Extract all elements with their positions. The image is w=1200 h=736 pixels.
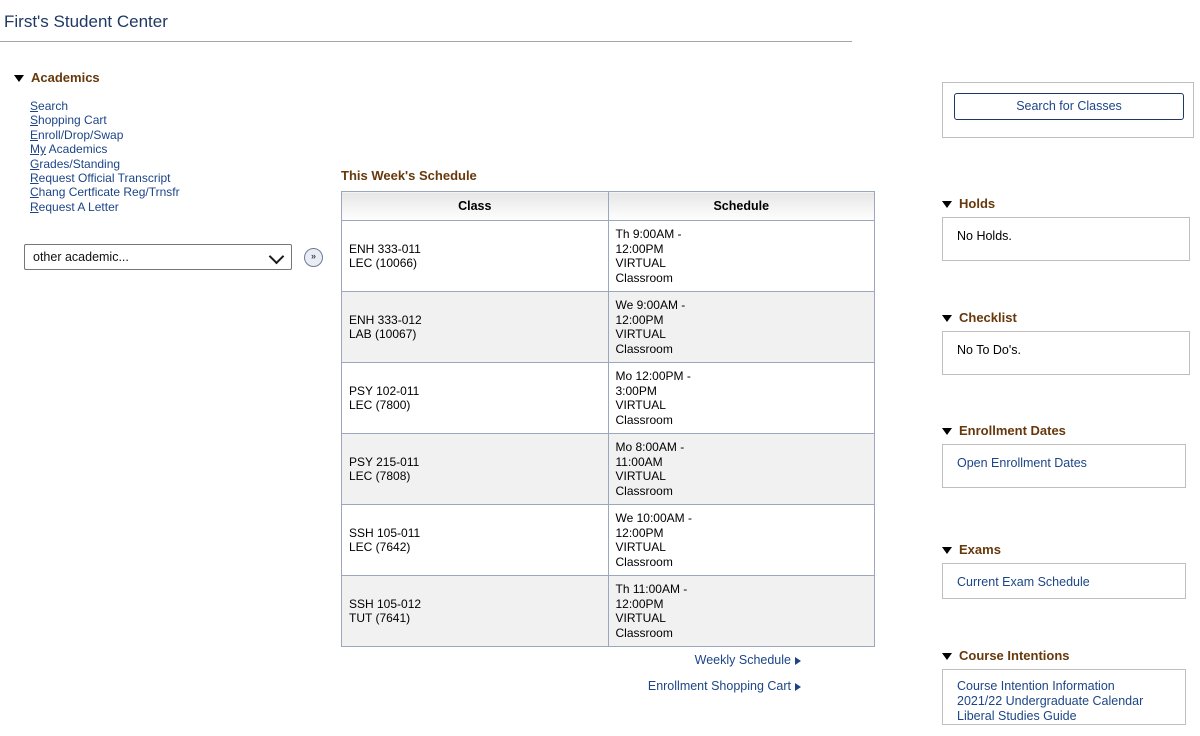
holds-status-text: No Holds.: [957, 229, 1012, 243]
current-exam-schedule-link[interactable]: Current Exam Schedule: [957, 575, 1171, 590]
sidebar-link-shopping-cart[interactable]: Shopping Cart: [30, 113, 330, 127]
course-intentions-heading-label: Course Intentions: [959, 648, 1070, 663]
checklist-section: Checklist No To Do's.: [942, 310, 1190, 375]
search-for-classes-button[interactable]: Search for Classes: [954, 93, 1184, 120]
collapse-triangle-icon[interactable]: [942, 428, 952, 435]
enrollment-dates-section-header[interactable]: Enrollment Dates: [942, 423, 1186, 438]
page-title: First's Student Center: [4, 12, 168, 31]
table-row: PSY 102-011 LEC (7800) Mo 12:00PM - 3:00…: [341, 362, 875, 434]
other-academic-selected-value: other academic...: [33, 250, 129, 265]
sidebar-link-change-certificate-reg-transfer[interactable]: Chang Certficate Reg/Trnsfr: [30, 185, 330, 199]
sidebar-link-my-academics[interactable]: My Academics: [30, 142, 330, 156]
column-header-schedule: Schedule: [607, 191, 875, 221]
right-sidebar: Search for Classes Holds No Holds. Check…: [942, 82, 1194, 725]
exams-box: Current Exam Schedule: [942, 563, 1186, 599]
column-header-class: Class: [341, 191, 609, 221]
academics-heading-label: Academics: [31, 70, 100, 85]
collapse-triangle-icon[interactable]: [942, 315, 952, 322]
sidebar-link-request-official-transcript[interactable]: Request Official Transcript: [30, 171, 330, 185]
holds-heading-label: Holds: [959, 196, 996, 211]
checklist-status-text: No To Do's.: [957, 343, 1021, 357]
search-classes-panel: Search for Classes: [942, 82, 1194, 138]
cell-class: SSH 105-011 LEC (7642): [341, 504, 609, 576]
course-intentions-box: Course Intention Information 2021/22 Und…: [942, 669, 1186, 725]
course-intention-information-link[interactable]: Course Intention Information: [957, 679, 1171, 694]
cell-class: PSY 215-011 LEC (7808): [341, 433, 609, 505]
collapse-triangle-icon[interactable]: [942, 653, 952, 660]
table-row: ENH 333-011 LEC (10066) Th 9:00AM - 12:0…: [341, 220, 875, 292]
table-row: PSY 215-011 LEC (7808) Mo 8:00AM - 11:00…: [341, 433, 875, 505]
cell-schedule: Th 11:00AM - 12:00PM VIRTUAL Classroom: [607, 575, 875, 647]
liberal-studies-guide-link[interactable]: Liberal Studies Guide: [957, 709, 1171, 724]
enrollment-dates-heading-label: Enrollment Dates: [959, 423, 1066, 438]
checklist-heading-label: Checklist: [959, 310, 1017, 325]
sidebar-link-request-a-letter[interactable]: Request A Letter: [30, 200, 330, 214]
cell-class: PSY 102-011 LEC (7800): [341, 362, 609, 434]
other-academic-select[interactable]: other academic...: [24, 244, 292, 271]
chevron-down-icon: [268, 248, 285, 265]
open-enrollment-dates-link[interactable]: Open Enrollment Dates: [957, 456, 1171, 471]
academics-section-header[interactable]: Academics: [14, 70, 330, 85]
holds-box: No Holds.: [942, 217, 1190, 261]
schedule-footer-links: Weekly Schedule Enrollment Shopping Cart: [341, 653, 875, 693]
table-row: SSH 105-012 TUT (7641) Th 11:00AM - 12:0…: [341, 575, 875, 647]
collapse-triangle-icon[interactable]: [14, 75, 24, 82]
holds-section: Holds No Holds.: [942, 196, 1190, 261]
holds-section-header[interactable]: Holds: [942, 196, 1190, 211]
schedule-table: Class Schedule ENH 333-011 LEC (10066) T…: [341, 191, 875, 647]
sidebar-link-search[interactable]: Search: [30, 99, 330, 113]
weekly-schedule-link[interactable]: Weekly Schedule: [341, 653, 801, 667]
course-intentions-section-header[interactable]: Course Intentions: [942, 648, 1186, 663]
collapse-triangle-icon[interactable]: [942, 547, 952, 554]
go-button[interactable]: »: [304, 247, 323, 267]
arrow-right-icon: [795, 657, 801, 665]
table-row: SSH 105-011 LEC (7642) We 10:00AM - 12:0…: [341, 504, 875, 576]
schedule-title: This Week's Schedule: [341, 168, 477, 183]
academics-panel: Academics Search Shopping Cart Enroll/Dr…: [0, 70, 330, 271]
cell-class: SSH 105-012 TUT (7641): [341, 575, 609, 647]
other-academic-row: other academic... »: [24, 244, 330, 271]
course-intentions-section: Course Intentions Course Intention Infor…: [942, 648, 1186, 725]
table-header-row: Class Schedule: [341, 191, 875, 221]
checklist-box: No To Do's.: [942, 331, 1190, 375]
cell-schedule: Th 9:00AM - 12:00PM VIRTUAL Classroom: [607, 220, 875, 292]
sidebar-link-enroll-drop-swap[interactable]: Enroll/Drop/Swap: [30, 128, 330, 142]
enrollment-dates-section: Enrollment Dates Open Enrollment Dates: [942, 423, 1186, 488]
table-row: ENH 333-012 LAB (10067) We 9:00AM - 12:0…: [341, 291, 875, 363]
exams-heading-label: Exams: [959, 542, 1001, 557]
cell-schedule: Mo 12:00PM - 3:00PM VIRTUAL Classroom: [607, 362, 875, 434]
arrow-right-icon: [795, 683, 801, 691]
cell-class: ENH 333-011 LEC (10066): [341, 220, 609, 292]
checklist-section-header[interactable]: Checklist: [942, 310, 1190, 325]
undergraduate-calendar-link[interactable]: 2021/22 Undergraduate Calendar: [957, 694, 1171, 709]
cell-class: ENH 333-012 LAB (10067): [341, 291, 609, 363]
academics-link-list: Search Shopping Cart Enroll/Drop/Swap My…: [30, 99, 330, 214]
this-weeks-schedule-panel: This Week's Schedule Class Schedule ENH …: [341, 168, 875, 693]
exams-section-header[interactable]: Exams: [942, 542, 1186, 557]
title-divider: [0, 41, 852, 42]
exams-section: Exams Current Exam Schedule: [942, 542, 1186, 599]
sidebar-link-grades-standing[interactable]: Grades/Standing: [30, 157, 330, 171]
collapse-triangle-icon[interactable]: [942, 201, 952, 208]
enrollment-dates-box: Open Enrollment Dates: [942, 444, 1186, 488]
cell-schedule: We 9:00AM - 12:00PM VIRTUAL Classroom: [607, 291, 875, 363]
cell-schedule: We 10:00AM - 12:00PM VIRTUAL Classroom: [607, 504, 875, 576]
cell-schedule: Mo 8:00AM - 11:00AM VIRTUAL Classroom: [607, 433, 875, 505]
enrollment-shopping-cart-link[interactable]: Enrollment Shopping Cart: [341, 679, 801, 693]
